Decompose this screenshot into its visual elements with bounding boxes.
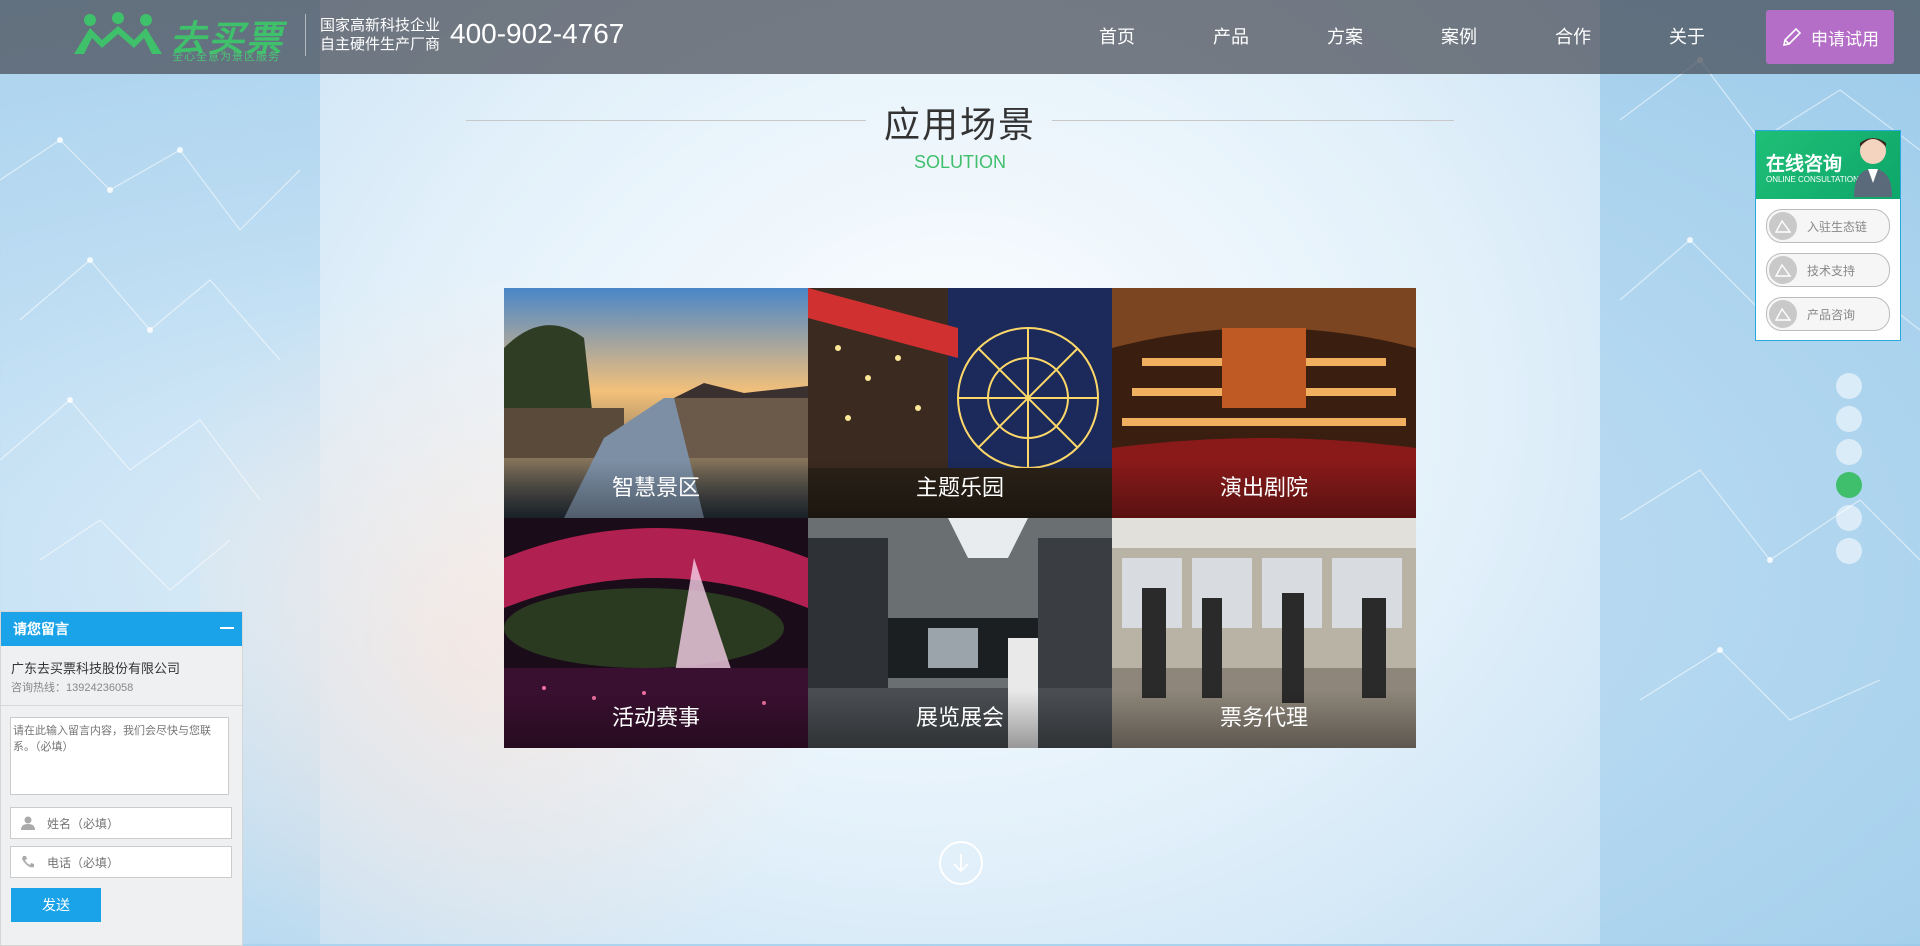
consult-header[interactable]: 在线咨询 ONLINE CONSULTATION: [1756, 131, 1900, 199]
message-company: 广东去买票科技股份有限公司: [11, 661, 181, 676]
nav-cases[interactable]: 案例: [1402, 0, 1516, 74]
apply-trial-label: 申请试用: [1811, 29, 1879, 49]
message-divider: [1, 705, 242, 706]
nav-about[interactable]: 关于: [1630, 0, 1744, 74]
section-dot-4-active[interactable]: [1836, 472, 1862, 498]
phone-icon: [22, 856, 34, 868]
scroll-down-button[interactable]: [939, 841, 983, 885]
section-pagination: [1836, 373, 1862, 571]
consult-item-label: 产品咨询: [1807, 307, 1856, 322]
phone-field-wrapper: [10, 846, 232, 878]
tagline-line-1: 国家高新科技企业: [320, 17, 441, 34]
scene-label: 智慧景区: [504, 460, 808, 518]
scene-tile-scenic[interactable]: 智慧景区: [504, 288, 808, 518]
scene-label: 展览展会: [808, 690, 1112, 748]
consult-item-label: 入驻生态链: [1807, 219, 1868, 234]
arrow-down-icon: [953, 854, 969, 873]
message-content-field[interactable]: [10, 717, 229, 795]
section-dot-1[interactable]: [1836, 373, 1862, 399]
scene-label: 活动赛事: [504, 690, 808, 748]
consult-title: 在线咨询: [1766, 154, 1843, 175]
scene-tile-theater[interactable]: 演出剧院: [1112, 288, 1416, 518]
hotline-phone: 400-902-4767: [450, 18, 625, 49]
message-widget: 请您留言 广东去买票科技股份有限公司 咨询热线：13924236058 发送: [0, 611, 243, 946]
phone-input[interactable]: [45, 853, 229, 873]
mountain-icon: [1769, 256, 1797, 284]
logo-people-icon: [74, 12, 162, 54]
section-title-zh: 应用场景: [883, 104, 1036, 145]
name-field-wrapper: [10, 807, 232, 839]
consult-item-ecosystem[interactable]: 入驻生态链: [1766, 209, 1890, 243]
consult-subtitle: ONLINE CONSULTATION: [1766, 175, 1859, 184]
header-divider: [305, 14, 306, 56]
apply-trial-button[interactable]: 申请试用: [1766, 10, 1894, 64]
main-nav: 首页 产品 方案 案例 合作 关于: [1060, 0, 1744, 74]
mountain-icon: [1769, 212, 1797, 240]
message-title: 请您留言: [13, 621, 69, 637]
nav-home[interactable]: 首页: [1060, 0, 1174, 74]
message-hotline: 咨询热线：13924236058: [11, 682, 134, 694]
section-title: 应用场景 SOLUTION: [0, 96, 1920, 173]
section-dot-2[interactable]: [1836, 406, 1862, 432]
nav-solutions[interactable]: 方案: [1288, 0, 1402, 74]
section-title-en: SOLUTION: [913, 152, 1006, 172]
scene-label: 主题乐园: [808, 460, 1112, 518]
section-dot-6[interactable]: [1836, 538, 1862, 564]
consult-item-label: 技术支持: [1807, 263, 1856, 278]
logo[interactable]: 去买票 全心全意为景区服务: [72, 8, 292, 66]
minimize-icon[interactable]: [220, 627, 234, 629]
logo-slogan: 全心全意为景区服务: [172, 51, 280, 63]
company-tagline: 国家高新科技企业 自主硬件生产厂商: [320, 16, 440, 54]
consult-item-product-inquiry[interactable]: 产品咨询: [1766, 297, 1890, 331]
message-header: 请您留言: [1, 612, 242, 646]
consult-item-tech-support[interactable]: 技术支持: [1766, 253, 1890, 287]
user-icon: [21, 816, 35, 830]
name-input[interactable]: [45, 814, 229, 834]
scene-tile-theme-park[interactable]: 主题乐园: [808, 288, 1112, 518]
scene-tile-events[interactable]: 活动赛事: [504, 518, 808, 748]
tagline-line-2: 自主硬件生产厂商: [320, 36, 441, 53]
scene-label: 演出剧院: [1112, 460, 1416, 518]
nav-cooperation[interactable]: 合作: [1516, 0, 1630, 74]
nav-products[interactable]: 产品: [1174, 0, 1288, 74]
mountain-icon: [1769, 300, 1797, 328]
customer-service-avatar-icon: [1854, 138, 1892, 197]
section-dot-3[interactable]: [1836, 439, 1862, 465]
scene-tile-ticketing[interactable]: 票务代理: [1112, 518, 1416, 748]
scene-label: 票务代理: [1112, 690, 1416, 748]
site-header: 去买票 全心全意为景区服务 国家高新科技企业 自主硬件生产厂商 400-902-…: [0, 0, 1920, 74]
online-consult-panel: 在线咨询 ONLINE CONSULTATION 入驻生态链 技术支持 产品咨询: [1755, 130, 1901, 341]
pencil-icon: [1782, 27, 1802, 47]
scene-grid: 智慧景区 主题乐园 演出剧院 活动赛事 展览展会 票务代理: [504, 288, 1416, 748]
section-dot-5[interactable]: [1836, 505, 1862, 531]
send-button[interactable]: 发送: [11, 888, 101, 922]
scene-tile-exhibition[interactable]: 展览展会: [808, 518, 1112, 748]
